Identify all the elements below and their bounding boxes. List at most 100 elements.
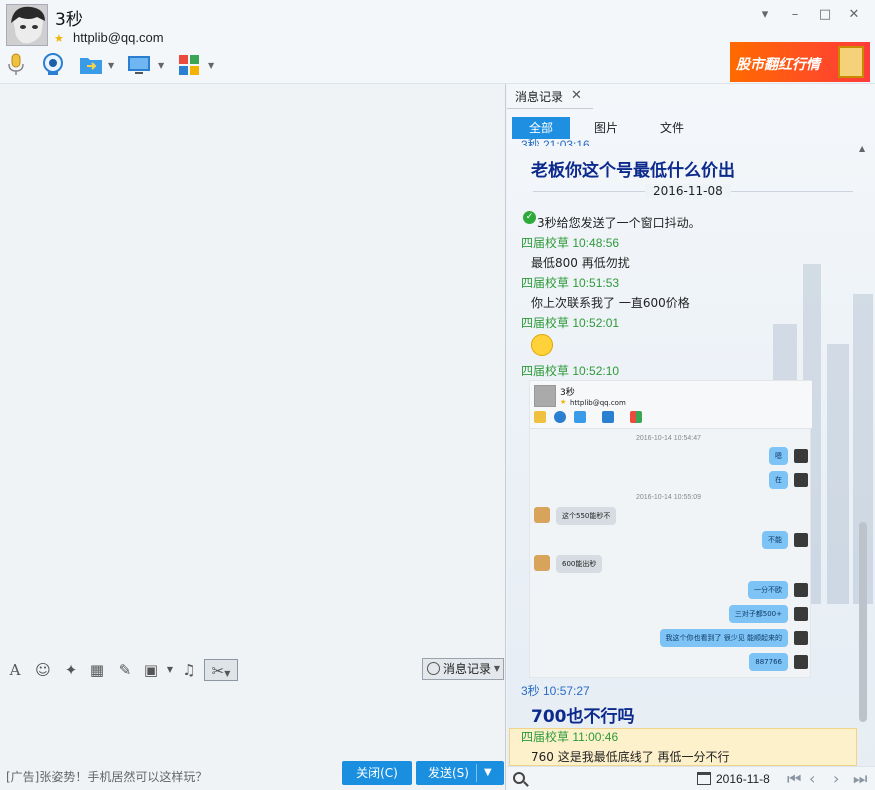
- avatar: [794, 631, 808, 645]
- bank-icon: [838, 46, 864, 78]
- check-circle-icon: ✓: [523, 211, 536, 224]
- message-sender: 3秒 10:57:27: [521, 684, 590, 698]
- close-icon[interactable]: ✕: [845, 6, 863, 24]
- embedded-contact-email: httplib@qq.com: [570, 399, 626, 407]
- chat-bubble: 887766: [749, 653, 788, 671]
- folder-icon: [574, 411, 586, 423]
- chat-bubble: 在: [769, 471, 788, 489]
- remote-desktop-button[interactable]: [126, 52, 154, 78]
- message-sender: 3秒 21:03:16: [521, 138, 590, 146]
- close-tab-icon[interactable]: ✕: [571, 88, 582, 103]
- chat-bubble: 三对子都500+: [728, 605, 788, 623]
- prev-page-icon[interactable]: ‹: [809, 769, 815, 788]
- ad-banner-text: 股市翻红行情: [736, 57, 820, 73]
- message-history-label: 消息记录: [443, 662, 492, 676]
- message-sender: 四届校草 11:00:46: [521, 730, 619, 744]
- send-button[interactable]: 发送(S) ▼: [416, 761, 504, 785]
- contact-avatar[interactable]: [6, 4, 48, 46]
- title-bar: 3秒 ★ httplib@qq.com ▾ – □ ✕ 股市翻红行情 ▼ ▼ ▼: [0, 0, 875, 84]
- screenshot-scissors-icon[interactable]: ✂▼: [204, 659, 238, 681]
- vip-star-icon: ★: [54, 32, 64, 45]
- avatar: [794, 607, 808, 621]
- calendar-icon[interactable]: [697, 772, 711, 785]
- message-text: 最低800 再低勿扰: [531, 256, 630, 270]
- webcam-icon: [554, 411, 566, 423]
- embedded-contact-name: 3秒: [560, 388, 575, 398]
- voice-call-button[interactable]: [4, 52, 32, 78]
- chat-bubble: 一分不欧: [748, 581, 788, 599]
- chevron-down-icon[interactable]: ▼: [108, 61, 114, 70]
- scroll-up-arrow[interactable]: ▲: [859, 144, 865, 153]
- contact-email: httplib@qq.com: [73, 30, 164, 45]
- filter-files[interactable]: 文件: [643, 117, 701, 139]
- embedded-timestamp: 2016-10-14 10:55:09: [636, 494, 701, 501]
- avatar: [794, 473, 808, 487]
- ad-banner[interactable]: 股市翻红行情: [730, 42, 870, 82]
- scrollbar-thumb[interactable]: [859, 522, 867, 722]
- message-text: 760 这是我最低底线了 再低一分不行: [531, 750, 730, 764]
- vip-star-icon: ★: [560, 398, 567, 406]
- send-button-label: 发送(S): [428, 766, 469, 780]
- chat-bubble: 不能: [762, 531, 788, 549]
- chevron-down-icon[interactable]: ▼: [158, 61, 164, 70]
- chevron-down-icon[interactable]: ▼: [208, 61, 214, 70]
- clock-icon: [427, 662, 440, 675]
- monitor-icon: [602, 411, 614, 423]
- maximize-icon[interactable]: □: [816, 6, 834, 24]
- date-divider-label: 2016-11-08: [645, 184, 731, 198]
- message-history-button[interactable]: 消息记录 ▼: [422, 658, 504, 680]
- message-input-pane[interactable]: A ☺ ✦ ▦ ✎ ▣ ▼ ♫ ✂▼ 消息记录 ▼ [广告]张姿势！手机居然可以…: [0, 84, 506, 790]
- video-call-button[interactable]: [40, 52, 68, 78]
- smirk-emoji-icon: [531, 334, 553, 356]
- message-sender: 四届校草 10:52:10: [521, 364, 620, 378]
- chat-bubble: 600能出秒: [556, 555, 603, 573]
- message-sender: 四届校草 10:52:01: [521, 316, 620, 330]
- history-footer: 2016-11-8 ⏮ ‹ › ⏭: [507, 766, 875, 790]
- emoji-icon[interactable]: ☺: [33, 659, 53, 681]
- message-sender: 四届校草 10:51:53: [521, 276, 620, 290]
- last-page-icon[interactable]: ⏭: [853, 769, 867, 789]
- microphone-icon: [534, 411, 546, 423]
- film-icon[interactable]: ▦: [87, 659, 107, 681]
- microphone-icon: [8, 53, 24, 75]
- font-icon[interactable]: A: [5, 659, 25, 681]
- first-page-icon[interactable]: ⏮: [787, 769, 801, 789]
- avatar: [794, 449, 808, 463]
- chevron-down-icon[interactable]: ▼: [484, 761, 492, 785]
- ad-link[interactable]: [广告]张姿势！手机居然可以这样玩？: [6, 768, 207, 785]
- image-icon[interactable]: ▣: [141, 659, 161, 681]
- chat-bubble: 嗯: [769, 447, 788, 465]
- message-text: 700也不行吗: [531, 707, 635, 727]
- search-icon[interactable]: [513, 772, 525, 784]
- minimize-icon[interactable]: –: [786, 6, 804, 24]
- folder-icon: [80, 58, 102, 74]
- message-sender: 四届校草 10:48:56: [521, 236, 620, 250]
- apps-grid-icon: [179, 55, 199, 75]
- monitor-icon: [128, 56, 150, 74]
- avatar: [794, 655, 808, 669]
- embedded-screenshot[interactable]: 3秒 ★ httplib@qq.com 2016-10-14 10:54:47 …: [529, 380, 812, 678]
- music-icon[interactable]: ♫: [179, 659, 199, 681]
- tab-message-history[interactable]: 消息记录: [515, 88, 563, 105]
- magic-wand-icon[interactable]: ✦: [61, 659, 81, 681]
- edit-toolbar: A ☺ ✦ ▦ ✎ ▣ ▼ ♫ ✂▼ 消息记录 ▼: [0, 655, 506, 685]
- message-history-pane: 消息记录 ✕ 全部 图片 文件 ▲ 3秒 21:03:16 老板你这个号最低什么…: [507, 84, 875, 790]
- history-date[interactable]: 2016-11-8: [716, 772, 770, 786]
- close-button[interactable]: 关闭(C): [342, 761, 412, 785]
- next-page-icon[interactable]: ›: [833, 769, 839, 788]
- webcam-icon: [43, 53, 63, 75]
- skin-menu-icon[interactable]: ▾: [756, 6, 774, 24]
- avatar: [534, 555, 550, 571]
- send-file-button[interactable]: [78, 52, 106, 78]
- avatar: [534, 507, 550, 523]
- system-message: 3秒给您发送了一个窗口抖动。: [537, 216, 701, 230]
- avatar: [794, 533, 808, 547]
- edit-icon[interactable]: ✎: [115, 659, 135, 681]
- message-text: 老板你这个号最低什么价出: [531, 161, 735, 181]
- apps-button[interactable]: [176, 52, 204, 78]
- chat-bubble: 我这个你也看到了 很少见 能顺起来的: [659, 629, 788, 647]
- avatar: [794, 583, 808, 597]
- apps-grid-icon: [630, 411, 642, 423]
- embedded-timestamp: 2016-10-14 10:54:47: [636, 435, 701, 442]
- chevron-down-icon[interactable]: ▼: [160, 659, 180, 681]
